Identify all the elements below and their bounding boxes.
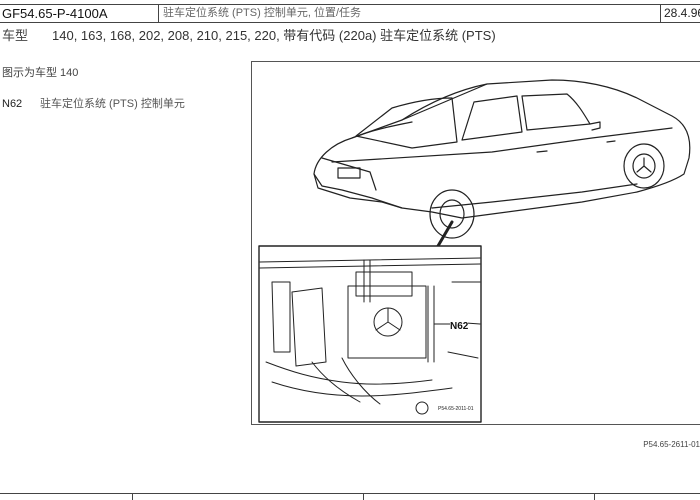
legend-text: 驻车定位系统 (PTS) 控制单元 — [40, 98, 185, 110]
footer-divider — [363, 494, 364, 500]
document-number: GF54.65-P-4100A — [2, 6, 108, 21]
model-list: 140, 163, 168, 202, 208, 210, 215, 220, … — [52, 28, 496, 43]
model-label: 车型 — [2, 28, 29, 43]
footer-divider — [132, 494, 133, 500]
footer-divider — [594, 494, 595, 500]
figure-reference: P54.65-2611-01 — [643, 440, 700, 449]
document-title: 驻车定位系统 (PTS) 控制单元, 位置/任务 — [158, 5, 660, 22]
model-row: 车型 140, 163, 168, 202, 208, 210, 215, 220… — [2, 25, 496, 44]
document-date: 28.4.96 — [660, 5, 700, 22]
figure-stamp: P54.65-2011-01 — [438, 406, 474, 412]
figure-callout: N62 — [450, 321, 469, 332]
document-header: GF54.65-P-4100A 驻车定位系统 (PTS) 控制单元, 位置/任务… — [0, 4, 700, 23]
car-illustration — [258, 79, 691, 423]
legend-code: N62 — [2, 98, 23, 110]
illustration-note: 图示为车型 140 — [2, 67, 79, 79]
legend-item: N62 驻车定位系统 (PTS) 控制单元 — [2, 95, 185, 111]
figure-illustration: N62 P54.65-2011-01 — [251, 61, 700, 425]
